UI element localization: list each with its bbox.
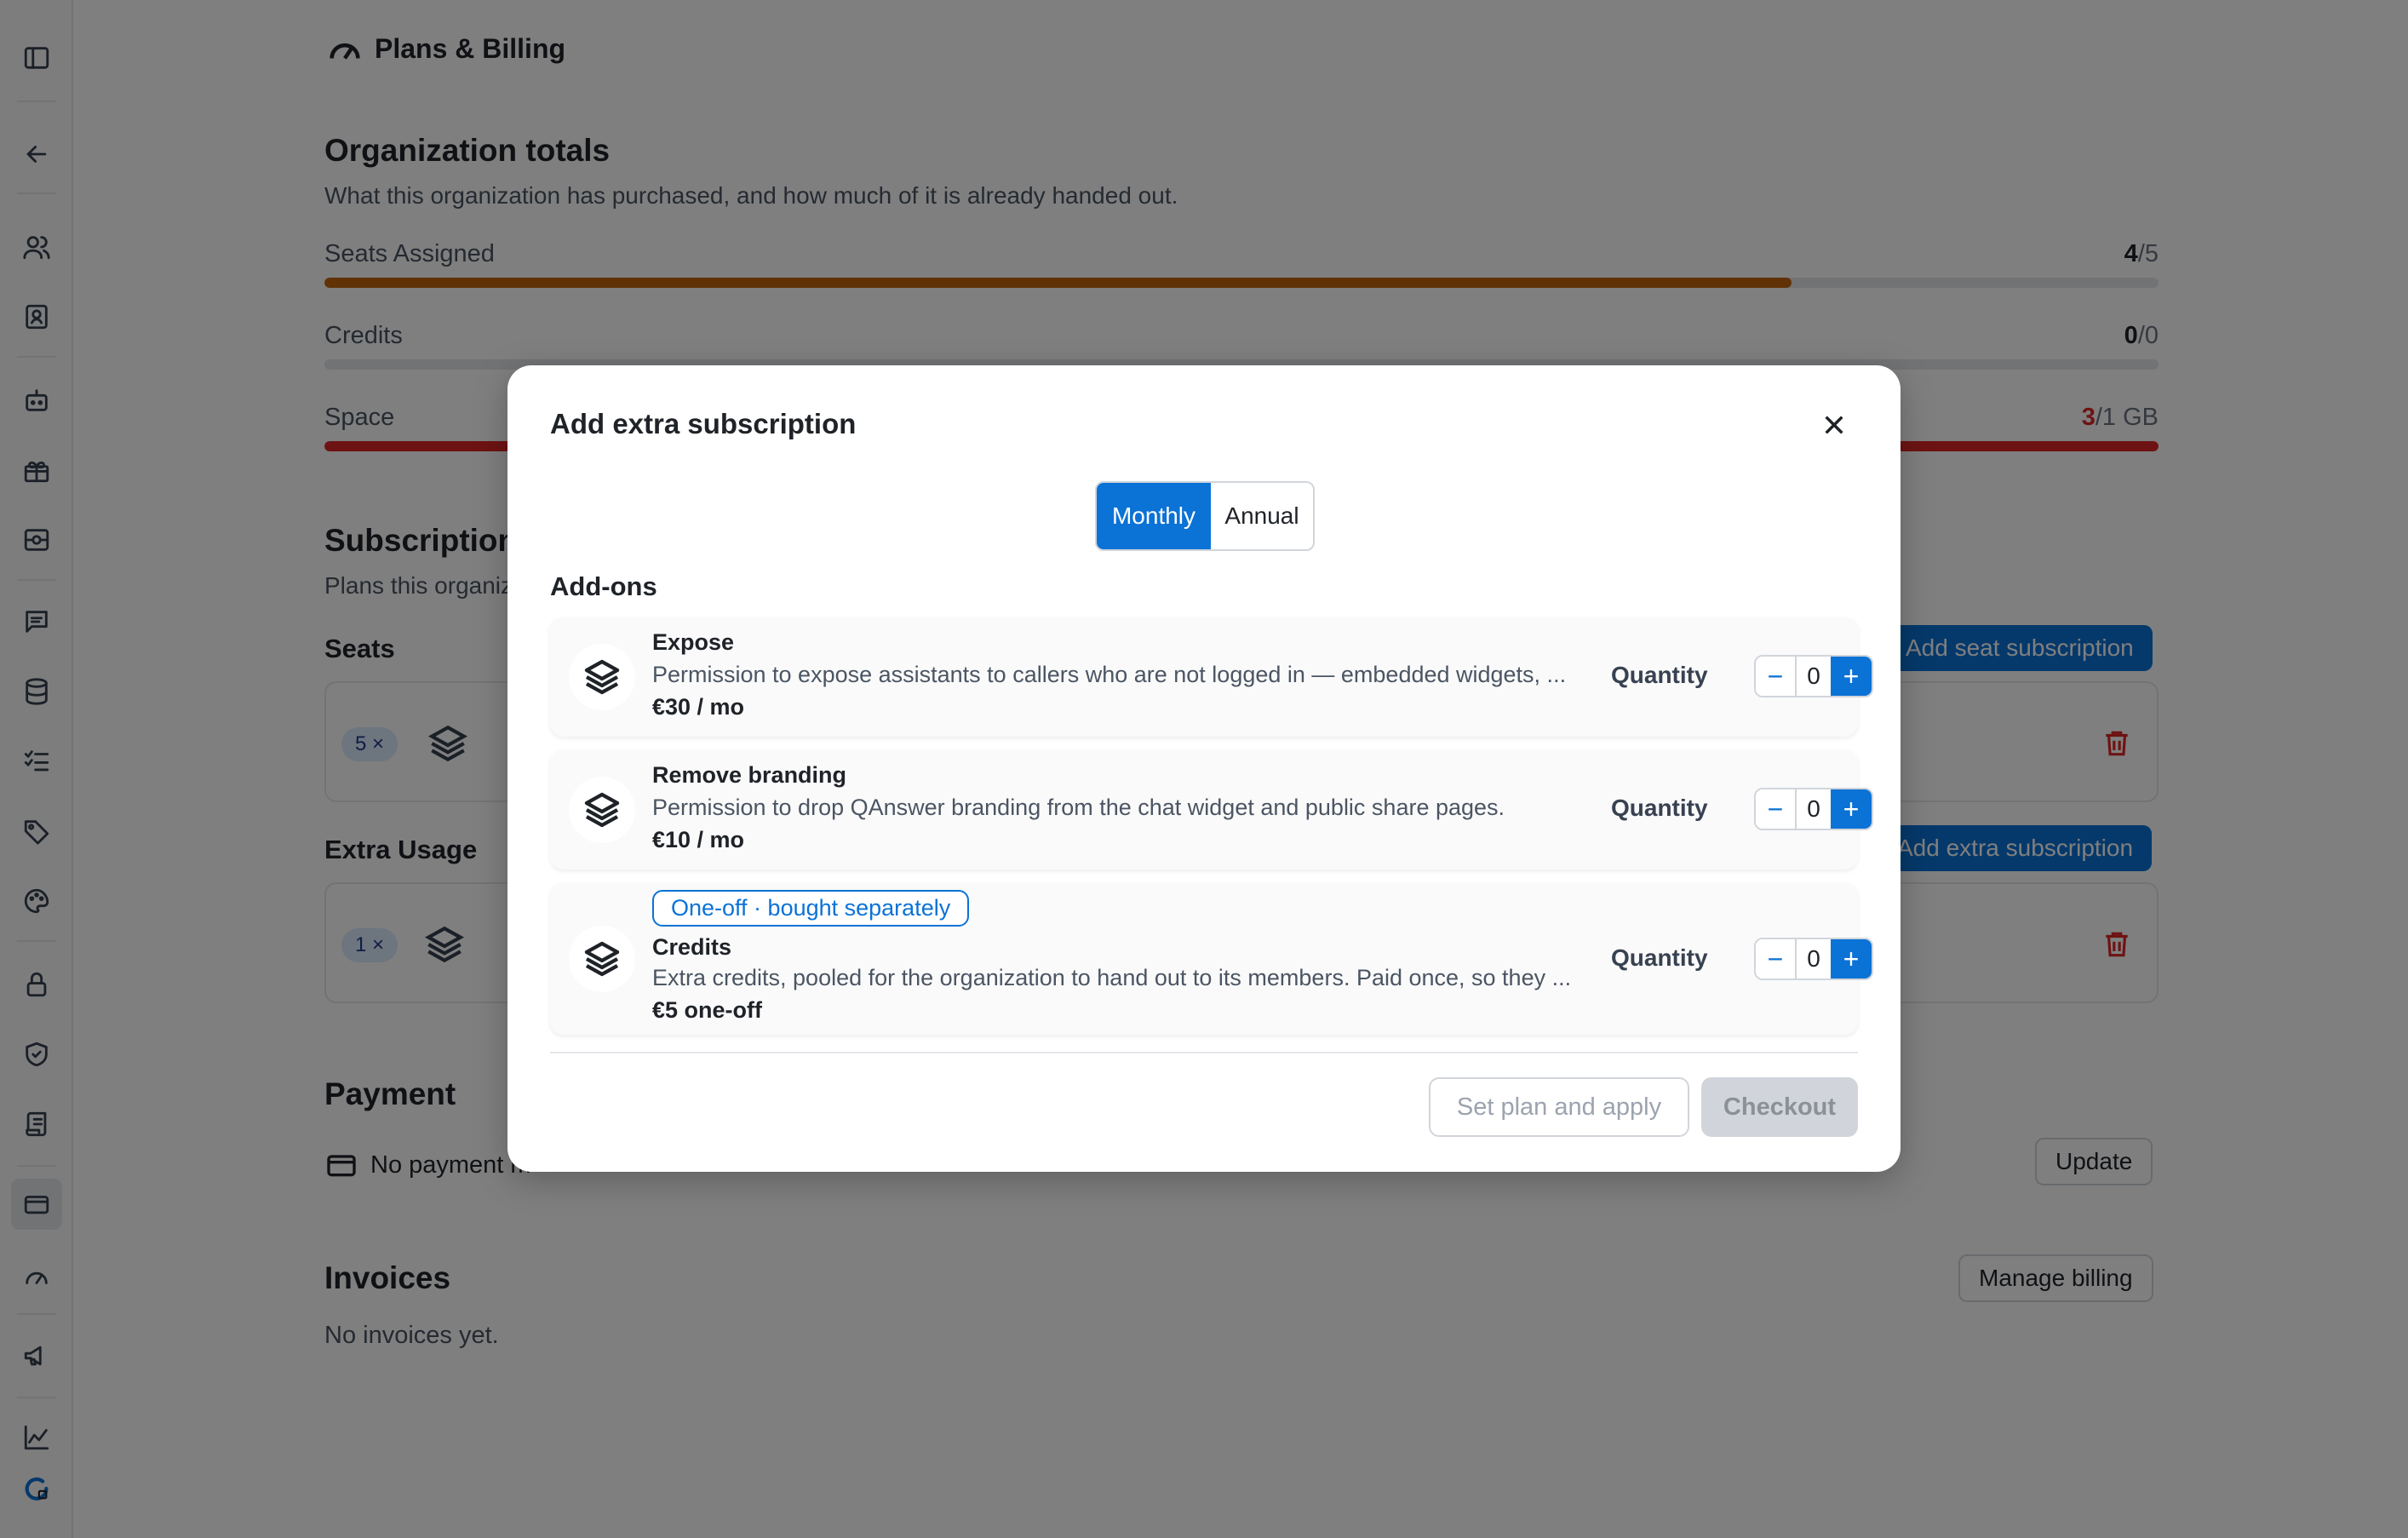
addon-name: Remove branding: [652, 762, 847, 788]
addon-card-expose: Expose Permission to expose assistants t…: [550, 617, 1873, 737]
quantity-value[interactable]: 0: [1797, 939, 1831, 978]
add-extra-subscription-dialog: Add extra subscription Monthly Annual Ad…: [507, 365, 1901, 1172]
billing-option-annual[interactable]: Annual: [1211, 483, 1313, 549]
increment-button[interactable]: +: [1831, 789, 1872, 829]
quantity-label: Quantity: [1611, 662, 1708, 688]
quantity-label: Quantity: [1611, 944, 1708, 971]
set-plan-and-apply-button[interactable]: Set plan and apply: [1429, 1077, 1689, 1137]
decrement-button[interactable]: −: [1756, 657, 1797, 696]
quantity-value[interactable]: 0: [1797, 789, 1831, 829]
checkout-button[interactable]: Checkout: [1701, 1077, 1858, 1137]
billing-period-toggle: Monthly Annual: [1095, 481, 1315, 551]
addon-price: €30 / mo: [652, 694, 745, 720]
quantity-stepper: − 0 +: [1754, 938, 1873, 980]
addon-description: Permission to expose assistants to calle…: [652, 662, 1567, 687]
addon-name: Expose: [652, 629, 735, 655]
increment-button[interactable]: +: [1831, 939, 1872, 978]
addon-card-credits: One-off · bought separately Credits Extr…: [550, 883, 1873, 1035]
addon-card-remove-branding: Remove branding Permission to drop QAnsw…: [550, 750, 1873, 869]
addon-price: €10 / mo: [652, 827, 745, 852]
quantity-stepper: − 0 +: [1754, 788, 1873, 830]
layers-icon: [569, 644, 635, 710]
dialog-footer-divider: [550, 1052, 1858, 1053]
layers-icon: [569, 926, 635, 992]
one-off-badge: One-off · bought separately: [652, 890, 970, 927]
addon-name: Credits: [652, 934, 732, 960]
addon-description: Extra credits, pooled for the organizati…: [652, 965, 1572, 990]
close-icon[interactable]: [1817, 408, 1851, 442]
addons-title: Add-ons: [550, 571, 657, 601]
layers-icon: [569, 777, 635, 843]
billing-option-monthly[interactable]: Monthly: [1097, 483, 1211, 549]
quantity-label: Quantity: [1611, 795, 1708, 821]
decrement-button[interactable]: −: [1756, 789, 1797, 829]
dialog-title: Add extra subscription: [550, 408, 857, 439]
increment-button[interactable]: +: [1831, 657, 1872, 696]
decrement-button[interactable]: −: [1756, 939, 1797, 978]
addon-description: Permission to drop QAnswer branding from…: [652, 795, 1505, 820]
addon-price: €5 one-off: [652, 997, 763, 1023]
quantity-stepper: − 0 +: [1754, 655, 1873, 697]
quantity-value[interactable]: 0: [1797, 657, 1831, 696]
